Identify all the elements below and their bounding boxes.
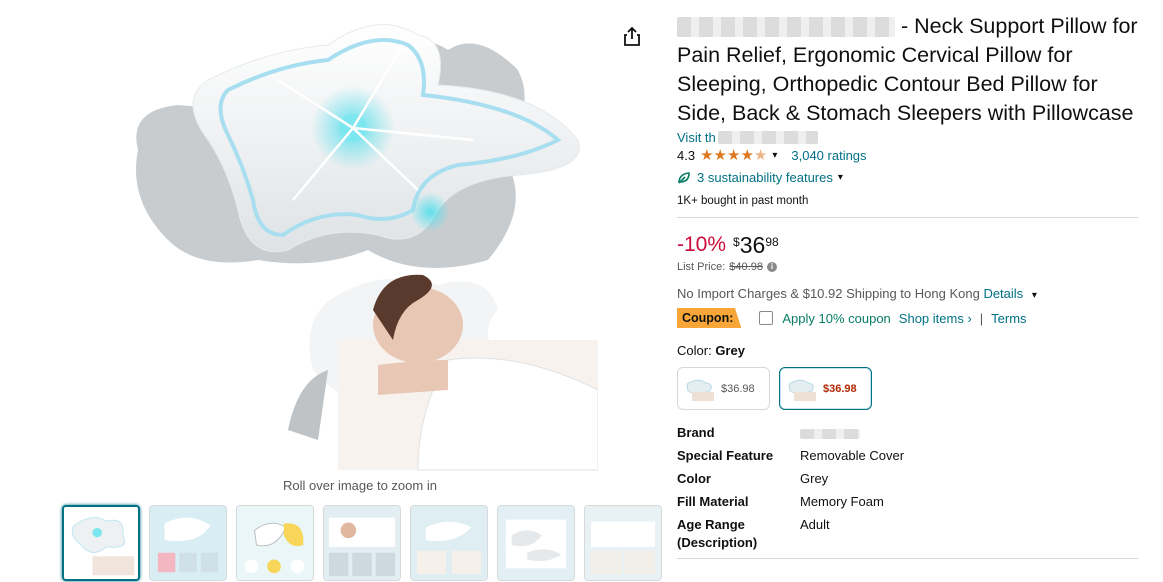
chevron-down-icon[interactable]: ▾ xyxy=(772,150,777,161)
sustainability-features-link[interactable]: 3 sustainability features ▾ xyxy=(677,170,1139,185)
redacted-brand xyxy=(677,17,895,38)
zoom-hint: Roll over image to zoom in xyxy=(283,478,437,493)
ratings-count-link[interactable]: 3,040 ratings xyxy=(791,148,866,163)
spec-row: Special Feature Removable Cover xyxy=(677,448,905,463)
price: $ 36 98 xyxy=(733,232,779,258)
visit-store-link[interactable]: Visit th xyxy=(677,130,1139,145)
thumbnail-strip xyxy=(62,505,662,581)
coupon-badge: Coupon: xyxy=(677,308,742,328)
rating-row: 4.3 ★ ★ ★ ★ ★ ▾ 3,040 ratings xyxy=(677,148,1139,163)
product-specs: Brand Special Feature Removable Cover Co… xyxy=(677,424,1139,552)
chevron-down-icon[interactable]: ▾ xyxy=(1032,290,1037,301)
coupon-row: Coupon: Apply 10% coupon Shop items › | … xyxy=(677,308,1139,328)
list-price: List Price: $40.98 i xyxy=(677,261,1139,273)
bought-in-past-month: 1K+ bought in past month xyxy=(677,195,809,207)
chevron-down-icon: ▾ xyxy=(837,172,843,183)
thumbnail-2[interactable] xyxy=(149,505,227,581)
spec-row: Brand xyxy=(677,424,1139,442)
thumbnail-3[interactable] xyxy=(236,505,314,581)
discount-percentage: -10% xyxy=(677,233,727,256)
shop-items-link[interactable]: Shop items › xyxy=(899,311,972,326)
redacted-brand-value xyxy=(800,428,860,439)
terms-link[interactable]: Terms xyxy=(991,311,1026,326)
product-info: - Neck Support Pillow for Pain Relief, E… xyxy=(677,12,1139,559)
rating-value: 4.3 xyxy=(677,148,696,163)
redacted-store-name xyxy=(717,131,818,144)
divider xyxy=(677,217,1138,218)
pillow-illustration xyxy=(136,24,598,471)
apply-coupon-label[interactable]: Apply 10% coupon xyxy=(782,311,890,326)
shipping-details-link[interactable]: Details xyxy=(983,286,1023,301)
color-swatches: $36.98 $36.98 xyxy=(677,367,1139,410)
divider xyxy=(677,558,1138,559)
product-title: - Neck Support Pillow for Pain Relief, E… xyxy=(677,14,1138,125)
info-icon[interactable]: i xyxy=(766,262,777,272)
shipping-info: No Import Charges & $10.92 Shipping to H… xyxy=(677,286,1037,301)
leaf-icon xyxy=(678,171,690,184)
share-icon[interactable] xyxy=(622,26,642,48)
spec-row: Color Grey xyxy=(677,471,829,486)
spec-row: Fill Material Memory Foam xyxy=(677,494,884,509)
star-rating-icon[interactable]: ★ ★ ★ ★ ★ xyxy=(700,148,767,163)
coupon-checkbox[interactable] xyxy=(759,311,774,325)
main-product-image[interactable] xyxy=(118,10,598,472)
swatch-thumbnail xyxy=(686,379,714,401)
spec-row: Age Range (Description) Adult xyxy=(677,517,830,550)
swatch-thumbnail xyxy=(788,379,816,401)
thumbnail-4[interactable] xyxy=(323,505,401,581)
separator: | xyxy=(979,310,984,326)
color-swatch-2[interactable]: $36.98 xyxy=(779,367,872,410)
thumbnail-5[interactable] xyxy=(410,505,488,581)
thumbnail-7[interactable] xyxy=(584,505,662,581)
color-label: Color: Grey xyxy=(677,343,745,358)
price-row: -10% $ 36 98 xyxy=(677,233,1139,257)
thumbnail-1[interactable] xyxy=(62,505,140,581)
thumbnail-6[interactable] xyxy=(497,505,575,581)
color-swatch-1[interactable]: $36.98 xyxy=(677,367,770,410)
